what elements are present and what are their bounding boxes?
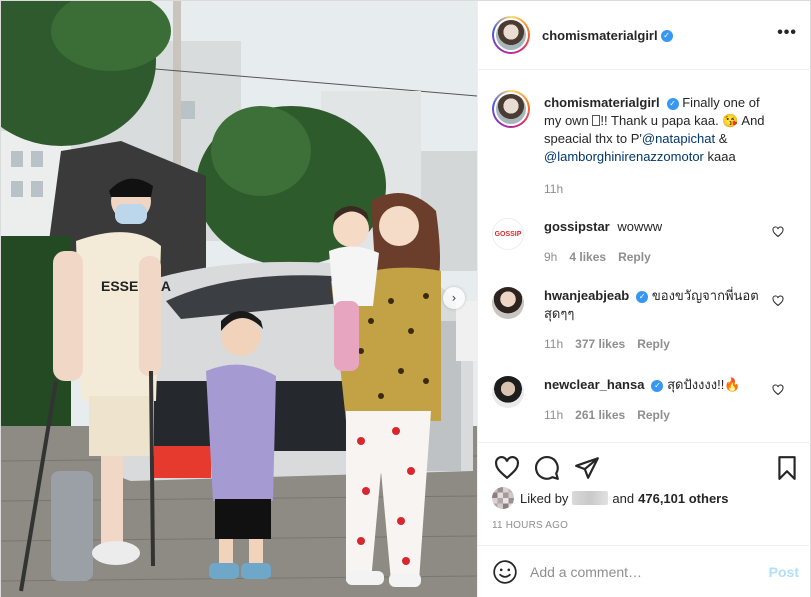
commenter-avatar[interactable]: GOSSIP <box>492 218 524 250</box>
add-comment-bar: Post <box>478 545 811 597</box>
post-actions: Liked by and 476,101 others 11 HOURS AGO <box>478 442 811 545</box>
reply-button[interactable]: Reply <box>637 408 670 422</box>
comment-item: hwanjeabjeab ✓ ของขวัญจากพี่นอต สุดๆๆ 11h… <box>492 287 798 357</box>
wink-emoji-icon: 😘 <box>722 113 739 128</box>
caption-text-4: & <box>715 131 728 146</box>
comment-username[interactable]: gossipstar <box>544 219 610 234</box>
comment-text: สุดปังงงง!!🔥 <box>667 377 741 392</box>
commenter-avatar[interactable] <box>492 376 524 408</box>
comment-time[interactable]: 11h <box>544 408 563 422</box>
heart-icon[interactable] <box>772 226 784 238</box>
heart-icon[interactable] <box>772 384 784 396</box>
comment-time[interactable]: 11h <box>544 337 563 351</box>
verified-badge-icon: ✓ <box>636 290 649 303</box>
comment-meta: 11h 377 likes Reply <box>544 335 774 353</box>
avatar-logo-text: GOSSIP <box>494 230 522 238</box>
verified-badge-icon: ✓ <box>666 97 679 110</box>
verified-badge-icon: ✓ <box>651 379 664 392</box>
likes-summary: Liked by and 476,101 others <box>492 487 728 509</box>
reply-button[interactable]: Reply <box>618 250 651 264</box>
liked-by-label: Liked by <box>520 490 569 506</box>
caption-time[interactable]: 11h <box>544 182 563 196</box>
heart-icon[interactable] <box>494 455 520 481</box>
caption-body: chomismaterialgirl ✓ Finally one of my ow… <box>544 94 774 198</box>
comment-username[interactable]: hwanjeabjeab <box>544 288 629 303</box>
post-timestamp[interactable]: 11 HOURS AGO <box>492 520 568 531</box>
verified-badge-icon: ✓ <box>660 30 673 43</box>
comments-section: chomismaterialgirl ✓ Finally one of my ow… <box>478 70 811 442</box>
comment-username[interactable]: newclear_hansa <box>544 377 644 392</box>
caption-avatar[interactable] <box>492 90 530 128</box>
caption-text-2: !! Thank u papa kaa. <box>600 113 723 128</box>
bookmark-icon[interactable] <box>774 455 800 481</box>
chevron-right-icon: › <box>451 291 457 305</box>
author-username-wrap: chomismaterialgirl ✓ <box>542 28 673 43</box>
comment-item: GOSSIP gossipstar wowww 9h 4 likes Reply <box>492 218 798 272</box>
commenter-avatar[interactable] <box>492 287 524 319</box>
comment-likes[interactable]: 261 likes <box>575 408 625 422</box>
mention-natapichat[interactable]: @natapichat <box>642 131 715 146</box>
smiley-icon[interactable] <box>492 559 518 585</box>
comment-meta: 9h 4 likes Reply <box>544 248 774 266</box>
comment-icon[interactable] <box>534 455 560 481</box>
comment-likes[interactable]: 4 likes <box>569 250 606 264</box>
likes-others-count[interactable]: 476,101 others <box>638 491 728 506</box>
comment-meta: 11h 261 likes Reply <box>544 406 774 424</box>
comment-body: hwanjeabjeab ✓ ของขวัญจากพี่นอต สุดๆๆ 11h… <box>544 287 774 353</box>
comment-time[interactable]: 9h <box>544 250 557 264</box>
reply-button[interactable]: Reply <box>637 337 670 351</box>
comment-body: newclear_hansa ✓ สุดปังงงง!!🔥 11h 261 like… <box>544 376 774 424</box>
photo-illustration: ESSENTIA <box>1 1 477 597</box>
more-options-button[interactable]: ••• <box>777 25 797 41</box>
likes-and-label: and <box>612 490 635 506</box>
post-side-panel: chomismaterialgirl ✓ ••• chomismaterialgi… <box>477 1 811 597</box>
caption-username[interactable]: chomismaterialgirl <box>544 95 660 110</box>
pixelated-avatar <box>492 487 514 509</box>
comment-input[interactable] <box>530 564 769 580</box>
comment-text: wowww <box>617 219 663 234</box>
send-icon[interactable] <box>574 455 600 481</box>
instagram-post: ESSENTIA › chomismaterialgirl ✓ ••• chom… <box>0 0 811 597</box>
caption-meta: 11h <box>544 180 774 198</box>
post-header: chomismaterialgirl ✓ ••• <box>478 1 811 70</box>
comment-item: newclear_hansa ✓ สุดปังงงง!!🔥 11h 261 like… <box>492 376 798 430</box>
post-photo[interactable]: ESSENTIA › <box>1 1 477 597</box>
heart-icon[interactable] <box>772 295 784 307</box>
comment-likes[interactable]: 377 likes <box>575 337 625 351</box>
liker-avatar-pixelated[interactable] <box>492 487 514 509</box>
author-username[interactable]: chomismaterialgirl <box>542 28 658 43</box>
next-photo-button[interactable]: › <box>443 287 465 309</box>
blurred-liker-name[interactable] <box>572 491 609 505</box>
caption-text-5: kaaa <box>703 149 736 164</box>
comment-body: gossipstar wowww 9h 4 likes Reply <box>544 218 774 266</box>
post-comment-button[interactable]: Post <box>769 564 799 580</box>
mention-lamborghini[interactable]: @lamborghinirenazzomotor <box>544 149 704 164</box>
author-avatar[interactable] <box>492 16 530 54</box>
